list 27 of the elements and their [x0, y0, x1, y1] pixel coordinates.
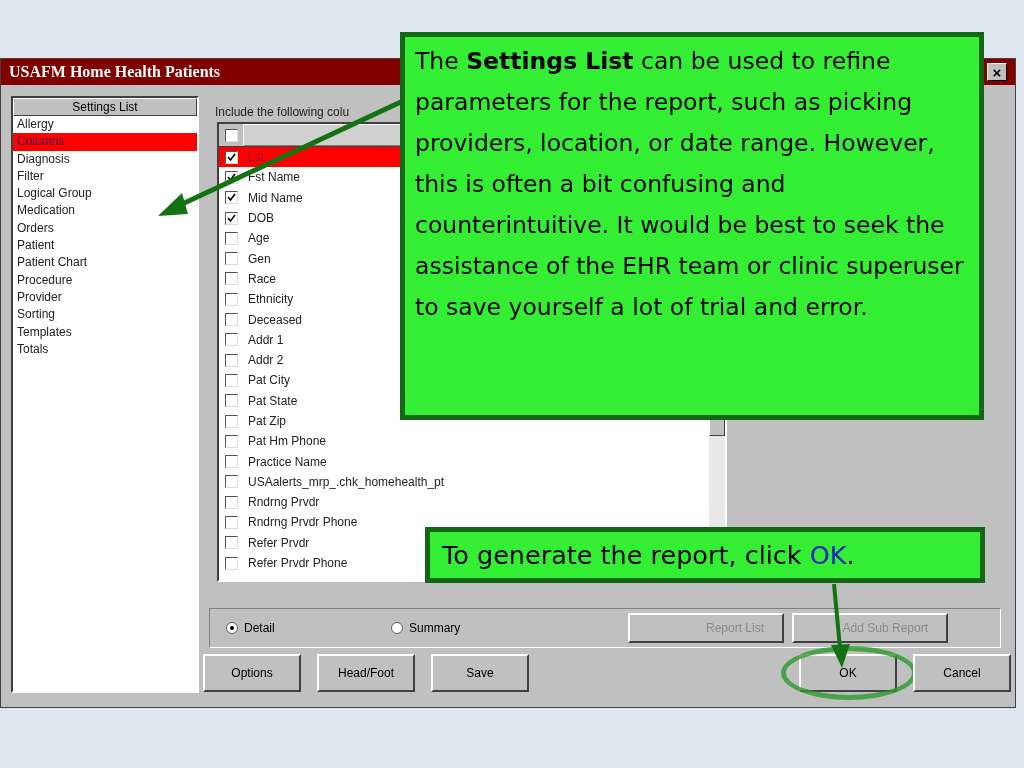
column-label: Pat Zip	[248, 413, 286, 430]
column-label: Deceased	[248, 311, 303, 329]
column-label: Pat Hm Phone	[248, 433, 327, 451]
column-label: Age	[248, 230, 270, 248]
radio-label: Detail	[244, 620, 275, 637]
callout-text: The Settings List can be used to refine parameters for the report, such as picking providers, location, or date range. However, this is often a bit confusing and counterintuitive. It would be best to seek the assistance of the EHR team or clinic superuser to save yourself a lot of trial and error.	[415, 46, 965, 323]
column-label: Lst	[248, 149, 264, 167]
column-label: Rndrng Prvdr	[248, 494, 320, 512]
list-header: Settings List	[13, 98, 197, 116]
radio-label: Summary	[409, 620, 461, 637]
column-label: Ethnicity	[248, 291, 294, 309]
column-label: USAalerts_mrp_.chk_homehealth_pt	[248, 473, 445, 491]
column-label: Rndrng Prvdr Phone	[248, 514, 358, 532]
column-label: DOB	[248, 210, 274, 228]
column-label: Refer Prvdr Phone	[248, 555, 348, 573]
column-label: Refer Prvdr	[248, 534, 310, 552]
column-label: Pat City	[248, 372, 290, 390]
column-label: Addr 2	[248, 352, 284, 370]
column-label: Addr 1	[248, 331, 284, 349]
window-title: USAFM Home Health Patients	[9, 62, 221, 82]
column-label: Practice Name	[248, 453, 327, 471]
column-label: Race	[248, 270, 276, 288]
column-label: Pat State	[248, 392, 298, 410]
callout-text: To generate the report, click OK.	[442, 538, 855, 572]
column-label: Gen	[248, 250, 271, 268]
column-label: Mid Name	[248, 189, 303, 207]
columns-caption: Include the following colu	[215, 105, 350, 119]
